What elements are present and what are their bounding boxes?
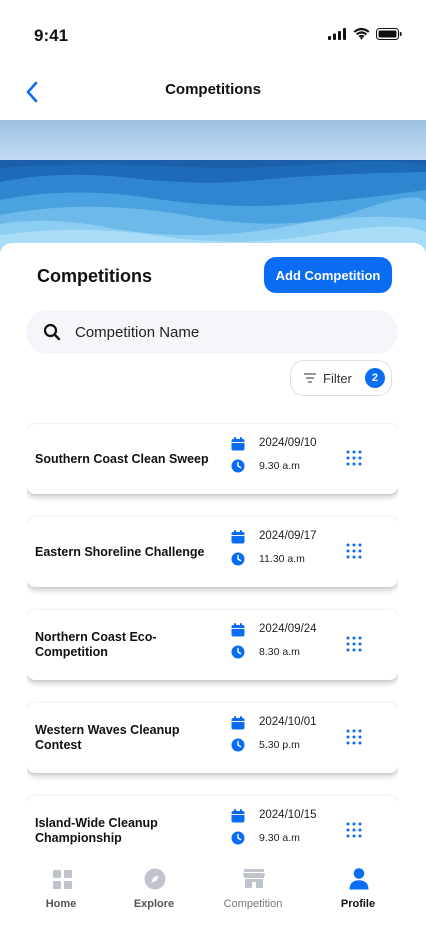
competition-date: 2024/10/15 [259,809,317,821]
competition-card[interactable]: Northern Coast Eco-Competition 2024/09/24… [27,610,398,680]
calendar-icon [231,437,245,451]
calendar-icon [231,809,245,823]
compass-icon [144,868,166,890]
grid-icon [51,868,73,890]
drag-handle-icon[interactable] [346,822,362,838]
tab-label: Profile [340,898,376,910]
competition-time: 9.30 a.m [259,460,300,472]
competition-date: 2024/09/17 [259,530,317,542]
clock-icon [231,831,245,845]
tab-competition[interactable]: Competition [213,853,293,932]
navigation-bar: Competitions [0,72,426,120]
competition-time: 11.30 a.m [259,553,305,565]
status-icons [328,28,402,40]
bottom-tab-bar: Home Explore Competition Profile [0,853,426,932]
competition-card[interactable]: Eastern Shoreline Challenge 2024/09/17 11.… [27,517,398,587]
competition-name: Southern Coast Clean Sweep [35,451,209,466]
status-bar: 9:41 [0,0,426,72]
tab-label: Home [45,898,77,910]
drag-handle-icon[interactable] [346,543,362,559]
competition-date: 2024/10/01 [259,716,317,728]
competition-date: 2024/09/24 [259,623,317,635]
competition-card[interactable]: Western Waves Cleanup Contest 2024/10/01 5… [27,703,398,773]
competition-time: 5.30 p.m [259,739,300,751]
tab-label: Explore [133,898,175,910]
calendar-icon [231,623,245,637]
filter-button[interactable]: Filter 2 [290,360,392,396]
tab-label: Competition [223,898,283,910]
search-input[interactable] [75,323,375,341]
signal-icon [328,28,346,40]
calendar-icon [231,716,245,730]
competition-card[interactable]: Island-Wide Cleanup Championship 2024/10/… [27,796,398,845]
competition-name: Western Waves Cleanup Contest [35,723,180,752]
competition-time: 9.30 a.m [259,832,300,844]
page-title: Competitions [165,81,261,98]
tab-profile[interactable]: Profile [318,853,398,932]
drag-handle-icon[interactable] [346,636,362,652]
tab-explore[interactable]: Explore [114,853,194,932]
filter-label: Filter [323,370,352,386]
section-title: Competitions [37,266,152,286]
clock-icon [231,459,245,473]
battery-icon [376,28,402,40]
ocean-banner-image [0,120,426,252]
competition-name: Northern Coast Eco-Competition [35,630,157,659]
search-icon [42,322,62,342]
calendar-icon [231,530,245,544]
clock-icon [231,645,245,659]
filter-icon [303,371,317,385]
search-bar[interactable] [26,310,398,354]
drag-handle-icon[interactable] [346,450,362,466]
competition-card[interactable]: Southern Coast Clean Sweep 2024/09/10 9.30… [27,424,398,494]
clock-icon [231,738,245,752]
competition-name: Island-Wide Cleanup Championship [35,816,158,845]
competition-date: 2024/09/10 [259,437,317,449]
competition-list: Southern Coast Clean Sweep 2024/09/10 9.30… [27,423,398,845]
status-time: 9:41 [34,26,69,45]
add-competition-button[interactable]: Add Competition [264,257,392,293]
user-icon [348,868,370,890]
store-icon [243,868,265,890]
wifi-icon [353,28,370,40]
competition-time: 8.30 a.m [259,646,300,658]
drag-handle-icon[interactable] [346,729,362,745]
tab-home[interactable]: Home [21,853,101,932]
competition-name: Eastern Shoreline Challenge [35,544,205,559]
filter-count-badge: 2 [364,368,385,388]
clock-icon [231,552,245,566]
